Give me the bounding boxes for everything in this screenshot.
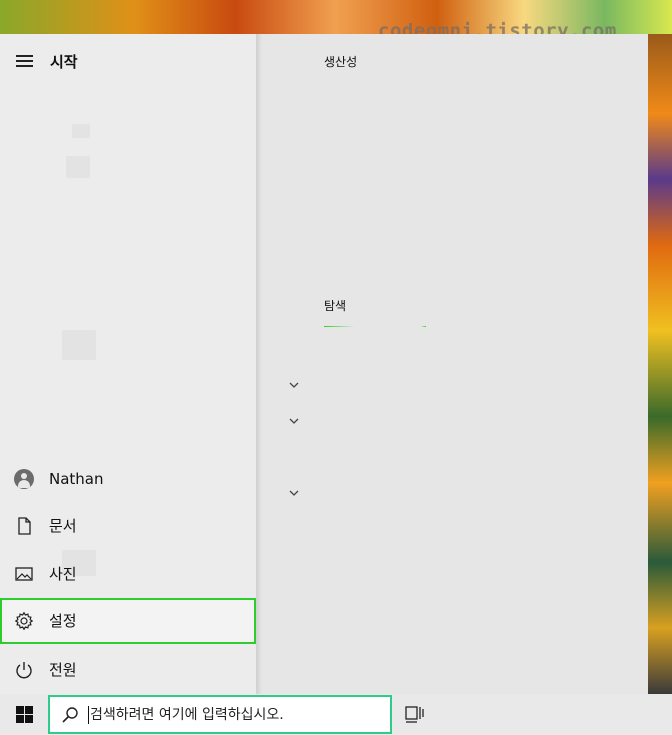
windows-logo-icon	[16, 706, 33, 723]
pane-divider	[256, 34, 262, 694]
power-icon	[14, 660, 34, 680]
sidebar-item-label: 문서	[49, 517, 77, 535]
gear-icon	[14, 611, 34, 631]
sidebar-item-label: 전원	[49, 661, 77, 679]
sidebar-item-label: 사진	[49, 565, 77, 583]
start-title: 시작	[50, 53, 78, 71]
tile-group-label-productivity[interactable]: 생산성	[324, 53, 357, 70]
picture-icon	[14, 564, 34, 584]
start-menu-header: 시작	[0, 44, 256, 78]
ghost-placeholder	[72, 124, 90, 138]
sidebar-item-pictures[interactable]: 사진	[0, 551, 256, 597]
wallpaper-right-strip	[648, 34, 672, 694]
start-menu-tiles-pane	[256, 34, 648, 694]
search-icon	[61, 706, 79, 724]
chevron-down-icon[interactable]	[288, 484, 300, 496]
hamburger-menu-icon[interactable]	[16, 55, 33, 67]
document-icon	[14, 516, 34, 536]
user-account-item[interactable]: Nathan	[0, 456, 256, 502]
ghost-placeholder	[62, 330, 96, 360]
start-menu: 시작 Nathan 문서 사진 설정 전원	[0, 34, 648, 694]
chevron-down-icon[interactable]	[288, 376, 300, 388]
tile-group-label-explore[interactable]: 탐색	[324, 297, 346, 314]
user-name-label: Nathan	[49, 470, 104, 488]
taskbar: 검색하려면 여기에 입력하십시오.	[0, 694, 672, 735]
sidebar-item-power[interactable]: 전원	[0, 647, 256, 693]
sidebar-item-documents[interactable]: 문서	[0, 503, 256, 549]
start-menu-left-pane: 시작 Nathan 문서 사진 설정 전원	[0, 34, 256, 694]
sidebar-item-settings[interactable]: 설정	[0, 598, 256, 644]
text-caret	[88, 706, 89, 724]
sidebar-item-label: 설정	[49, 612, 77, 630]
task-view-icon[interactable]	[404, 704, 426, 724]
focus-line	[324, 326, 426, 327]
search-box[interactable]: 검색하려면 여기에 입력하십시오.	[48, 695, 392, 734]
search-input[interactable]: 검색하려면 여기에 입력하십시오.	[90, 706, 284, 724]
start-button[interactable]	[0, 694, 48, 735]
chevron-down-icon[interactable]	[288, 412, 300, 424]
user-avatar-icon	[14, 469, 34, 489]
ghost-placeholder	[66, 156, 90, 178]
